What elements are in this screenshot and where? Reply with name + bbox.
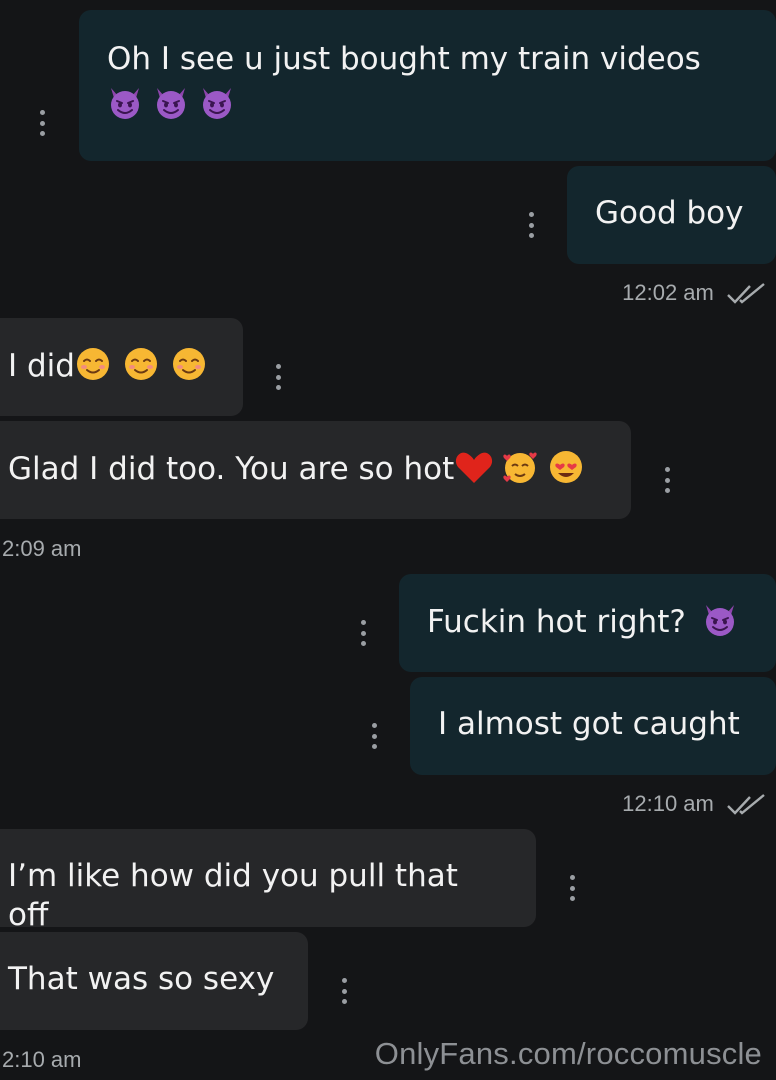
- smiling-face-emoji: [171, 346, 207, 382]
- message-options-icon[interactable]: [360, 620, 366, 646]
- smiling-devil-emoji: [199, 85, 235, 121]
- read-receipt-icon: [726, 283, 766, 305]
- timestamp: 2:10 am: [2, 1047, 82, 1072]
- message-text: Glad I did too. You are so hot: [8, 451, 455, 487]
- message-options-icon[interactable]: [569, 875, 575, 901]
- message-bubble-outgoing[interactable]: Oh I see u just bought my train videos: [79, 10, 776, 161]
- message-options-icon[interactable]: [341, 978, 347, 1004]
- read-receipt-icon: [726, 794, 766, 816]
- timestamp: 2:09 am: [2, 536, 82, 561]
- message-options-icon[interactable]: [371, 723, 377, 749]
- smiling-face-with-hearts-emoji: [502, 449, 538, 485]
- message-bubble-incoming[interactable]: Glad I did too. You are so hot: [0, 421, 631, 519]
- message-bubble-outgoing[interactable]: Good boy: [567, 166, 776, 264]
- message-options-icon[interactable]: [664, 467, 670, 493]
- timestamp: 12:02 am: [622, 280, 766, 306]
- message-bubble-incoming[interactable]: I’m like how did you pull that off: [0, 829, 536, 933]
- smiling-devil-emoji: [702, 602, 738, 638]
- timestamp: 12:10 am: [622, 791, 766, 817]
- message-options-icon[interactable]: [39, 110, 45, 136]
- message-text: Oh I see u just bought my train videos: [107, 41, 701, 77]
- smiling-devil-emoji: [107, 85, 143, 121]
- message-bubble-incoming[interactable]: I did: [0, 318, 243, 416]
- message-bubble-incoming[interactable]: That was so sexy: [0, 932, 308, 1030]
- red-heart-emoji: [454, 449, 494, 485]
- message-options-icon[interactable]: [528, 212, 534, 238]
- message-bubble-outgoing[interactable]: I almost got caught: [410, 677, 776, 775]
- watermark: OnlyFans.com/roccomuscle: [374, 1036, 762, 1071]
- message-text: I’m like how did you pull that off: [8, 858, 458, 933]
- message-text: That was so sexy: [8, 961, 275, 997]
- smiling-devil-emoji: [153, 85, 189, 121]
- smiling-face-emoji: [75, 346, 111, 382]
- message-bubble-outgoing[interactable]: Fuckin hot right?: [399, 574, 776, 672]
- message-text: I did: [8, 348, 75, 384]
- message-text: Good boy: [595, 195, 744, 231]
- message-text: I almost got caught: [438, 706, 740, 742]
- message-options-icon[interactable]: [275, 364, 281, 390]
- smiling-face-emoji: [123, 346, 159, 382]
- heart-eyes-emoji: [548, 449, 584, 485]
- message-text: Fuckin hot right?: [427, 604, 686, 640]
